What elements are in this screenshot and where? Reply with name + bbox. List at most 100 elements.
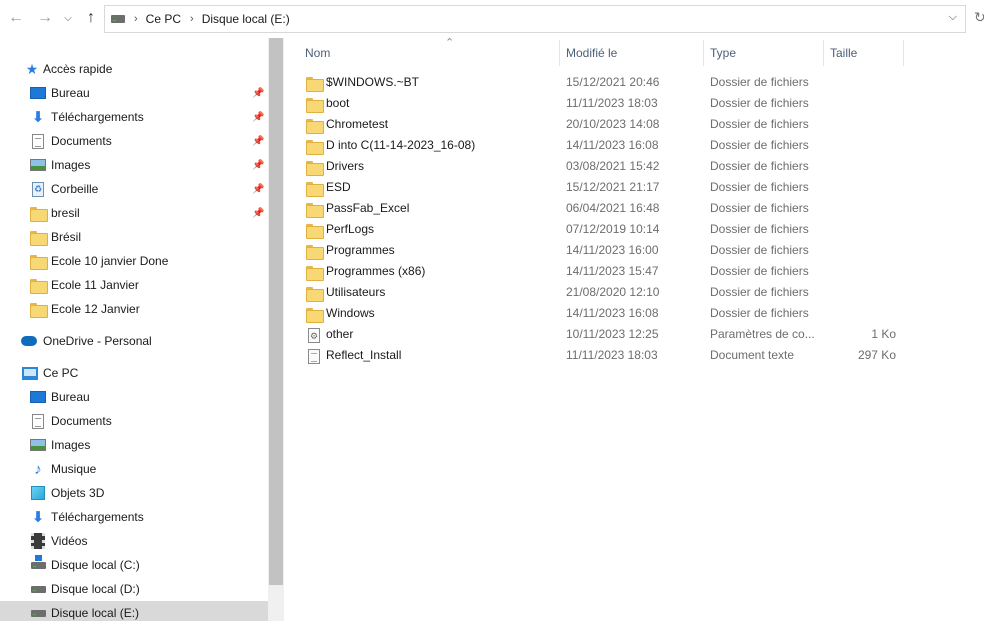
file-name: boot: [326, 96, 350, 110]
file-type: Dossier de fichiers: [710, 75, 809, 89]
sidebar-item-drive-e[interactable]: Disque local (E:): [0, 601, 268, 621]
file-row[interactable]: Drivers 03/08/2021 15:42 Dossier de fichie…: [298, 156, 898, 177]
column-divider[interactable]: [823, 40, 824, 66]
sidebar-item-onedrive[interactable]: OneDrive - Personal: [0, 329, 268, 353]
folder-icon: [306, 285, 324, 302]
arrow-up-icon[interactable]: ↑: [80, 7, 102, 29]
sidebar-item-label: Ecole 12 Janvier: [51, 302, 140, 316]
file-row[interactable]: Programmes (x86) 14/11/2023 15:47 Dossier …: [298, 261, 898, 282]
sidebar-item-ecole-10[interactable]: Ecole 10 janvier Done: [0, 249, 268, 273]
pin-icon[interactable]: 📌: [252, 112, 264, 123]
download-icon: ⬇: [31, 508, 45, 526]
file-row[interactable]: boot 11/11/2023 18:03 Dossier de fichiers: [298, 93, 898, 114]
file-modified: 14/11/2023 15:47: [566, 264, 659, 278]
column-header-label: Modifié le: [566, 46, 618, 60]
sidebar-item-bresil[interactable]: Brésil: [0, 225, 268, 249]
sidebar-item-bureau[interactable]: Bureau 📌: [0, 81, 268, 105]
sidebar-item-bresil-lower[interactable]: bresil 📌: [0, 201, 268, 225]
sidebar-item-pc-images[interactable]: Images: [0, 433, 268, 457]
sidebar-scrollbar[interactable]: [268, 38, 284, 621]
chevron-down-icon[interactable]: ⌵: [60, 7, 76, 29]
sidebar-item-drive-d[interactable]: Disque local (D:): [0, 577, 268, 601]
file-row[interactable]: ESD 15/12/2021 21:17 Dossier de fichiers: [298, 177, 898, 198]
file-row[interactable]: other 10/11/2023 12:25 Paramètres de co...…: [298, 324, 898, 345]
column-header-name[interactable]: Nom ⌃: [305, 37, 555, 68]
pin-icon[interactable]: 📌: [252, 160, 264, 171]
sidebar-item-ecole-11[interactable]: Ecole 11 Janvier: [0, 273, 268, 297]
sidebar-item-this-pc[interactable]: Ce PC: [0, 361, 268, 385]
column-divider[interactable]: [703, 40, 704, 66]
file-modified: 03/08/2021 15:42: [566, 159, 660, 173]
address-bar[interactable]: › Ce PC › Disque local (E:) ⌵: [104, 5, 966, 33]
folder-icon: [306, 222, 324, 239]
sidebar-item-images[interactable]: Images 📌: [0, 153, 268, 177]
sidebar-item-label: Corbeille: [51, 182, 99, 196]
file-row[interactable]: Utilisateurs 21/08/2020 12:10 Dossier de f…: [298, 282, 898, 303]
file-list: Nom ⌃ Modifié le Type Taille $WINDOWS.~B…: [284, 37, 984, 621]
sidebar-item-label: Documents: [51, 134, 112, 148]
column-divider[interactable]: [903, 40, 904, 66]
chevron-down-icon[interactable]: ⌵: [949, 11, 957, 24]
file-row[interactable]: Windows 14/11/2023 16:08 Dossier de fichie…: [298, 303, 898, 324]
file-row[interactable]: PerfLogs 07/12/2019 10:14 Dossier de fichi…: [298, 219, 898, 240]
pin-icon[interactable]: 📌: [252, 88, 264, 99]
sidebar-item-pc-bureau[interactable]: Bureau: [0, 385, 268, 409]
folder-icon: [30, 253, 48, 270]
sidebar-item-pc-objets-3d[interactable]: Objets 3D: [0, 481, 268, 505]
file-size: 1 Ko: [871, 327, 896, 341]
recycle-bin-icon: ♻: [30, 181, 46, 197]
file-modified: 14/11/2023 16:00: [566, 243, 659, 257]
sidebar-item-telechargements[interactable]: ⬇ Téléchargements 📌: [0, 105, 268, 129]
column-divider[interactable]: [559, 40, 560, 66]
sidebar-item-quick-access[interactable]: ★ Accès rapide: [0, 57, 268, 81]
sidebar-item-label: Téléchargements: [51, 110, 144, 124]
pin-icon[interactable]: 📌: [252, 136, 264, 147]
arrow-right-icon[interactable]: →: [34, 7, 56, 29]
breadcrumb-this-pc[interactable]: Ce PC: [146, 12, 181, 26]
file-type: Document texte: [710, 348, 795, 362]
pin-icon[interactable]: 📌: [252, 208, 264, 219]
scrollbar-thumb[interactable]: [269, 38, 283, 585]
music-icon: ♪: [34, 460, 42, 478]
drive-icon: [111, 15, 125, 23]
sidebar-item-ecole-12[interactable]: Ecole 12 Janvier: [0, 297, 268, 321]
sidebar-item-pc-documents[interactable]: Documents: [0, 409, 268, 433]
pin-icon[interactable]: 📌: [252, 184, 264, 195]
file-name: other: [326, 327, 354, 341]
column-header-type[interactable]: Type: [710, 38, 820, 68]
arrow-left-icon[interactable]: ←: [5, 7, 27, 29]
file-row[interactable]: D into C(11-14-2023_16-08) 14/11/2023 16:…: [298, 135, 898, 156]
file-row[interactable]: Chrometest 20/10/2023 14:08 Dossier de fic…: [298, 114, 898, 135]
file-row[interactable]: PassFab_Excel 06/04/2021 16:48 Dossier de …: [298, 198, 898, 219]
file-name: Programmes: [326, 243, 395, 257]
chevron-right-icon[interactable]: ›: [190, 13, 194, 25]
refresh-icon[interactable]: ↻: [974, 9, 984, 26]
column-header-modified[interactable]: Modifié le: [566, 38, 706, 68]
sidebar-item-pc-musique[interactable]: ♪ Musique: [0, 457, 268, 481]
file-row[interactable]: Programmes 14/11/2023 16:00 Dossier de fic…: [298, 240, 898, 261]
file-row[interactable]: Reflect_Install 11/11/2023 18:03 Document …: [298, 345, 898, 366]
sidebar-item-label: Accès rapide: [43, 62, 113, 76]
breadcrumb-drive-e[interactable]: Disque local (E:): [202, 12, 290, 26]
sidebar-item-drive-c[interactable]: Disque local (C:): [0, 553, 268, 577]
sidebar-item-corbeille[interactable]: ♻ Corbeille 📌: [0, 177, 268, 201]
column-header-size[interactable]: Taille: [830, 38, 900, 68]
sidebar-item-documents[interactable]: Documents 📌: [0, 129, 268, 153]
sidebar-item-pc-telechargements[interactable]: ⬇ Téléchargements: [0, 505, 268, 529]
file-row[interactable]: $WINDOWS.~BT 15/12/2021 20:46 Dossier de f…: [298, 72, 898, 93]
navigation-pane: ★ Accès rapide Bureau 📌 ⬇ Téléchargement…: [0, 38, 268, 621]
chevron-right-icon[interactable]: ›: [134, 13, 138, 25]
file-modified: 21/08/2020 12:10: [566, 285, 660, 299]
sidebar-item-label: OneDrive - Personal: [43, 334, 152, 348]
sidebar-item-label: Ecole 10 janvier Done: [51, 254, 169, 268]
sidebar-item-label: Vidéos: [51, 534, 88, 548]
file-modified: 07/12/2019 10:14: [566, 222, 660, 236]
sidebar-item-pc-videos[interactable]: Vidéos: [0, 529, 268, 553]
sidebar-item-label: Ecole 11 Janvier: [51, 278, 139, 292]
images-icon: [30, 437, 46, 453]
folder-icon: [306, 243, 324, 260]
sidebar-item-label: Musique: [51, 462, 97, 476]
file-name: Reflect_Install: [326, 348, 402, 362]
videos-icon: [30, 533, 46, 549]
column-header-label: Taille: [830, 46, 858, 60]
